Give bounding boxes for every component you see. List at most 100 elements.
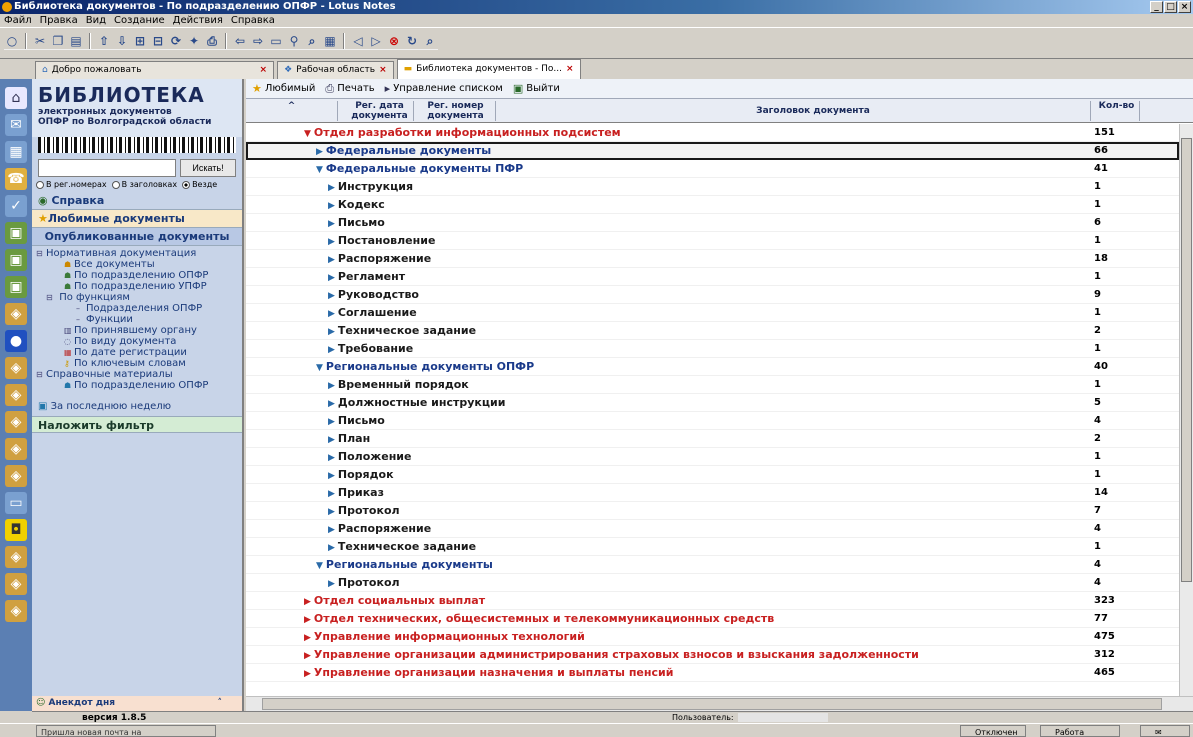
bookmark-db10-icon[interactable]: ◈ <box>5 465 27 487</box>
collapsed-twistie-icon[interactable]: ▶ <box>328 201 335 211</box>
print-action[interactable]: ⎙ Печать <box>325 82 374 96</box>
expand-icon[interactable]: ⊞ <box>132 33 148 49</box>
column-reg-date[interactable]: Рег. дата документа <box>346 101 414 121</box>
collapsed-twistie-icon[interactable]: ▶ <box>328 525 335 535</box>
collapsed-twistie-icon[interactable]: ▶ <box>328 435 335 445</box>
collapsed-twistie-icon[interactable]: ▶ <box>328 453 335 463</box>
bookmark-db2-icon[interactable]: ▣ <box>5 249 27 271</box>
collapsed-twistie-icon[interactable]: ▶ <box>328 399 335 409</box>
bookmark-db9-icon[interactable]: ◈ <box>5 438 27 460</box>
scope-reg-numbers[interactable]: В рег.номерах <box>36 180 107 189</box>
copy-icon[interactable]: ❐ <box>50 33 66 49</box>
collapsed-twistie-icon[interactable]: ▶ <box>304 651 311 661</box>
table-row[interactable]: ▶ Федеральные документы 66 <box>246 142 1179 160</box>
collapsed-twistie-icon[interactable]: ▶ <box>328 291 335 301</box>
table-row[interactable]: ▶ Письмо 4 <box>246 412 1179 430</box>
view-icon[interactable]: ▦ <box>322 33 338 49</box>
tree-by-upfr-division[interactable]: ☗ По подразделению УПФР <box>36 281 242 292</box>
collapsed-twistie-icon[interactable]: ▶ <box>328 183 335 193</box>
table-row[interactable]: ▶ Положение 1 <box>246 448 1179 466</box>
stop-icon[interactable]: ⊗ <box>386 33 402 49</box>
tab-workspace[interactable]: ❖ Рабочая область × <box>277 61 394 79</box>
table-row[interactable]: ▶ Распоряжение 4 <box>246 520 1179 538</box>
bookmark-db1-icon[interactable]: ▣ <box>5 222 27 244</box>
minimize-button[interactable]: _ <box>1150 1 1163 13</box>
anecdote-of-the-day[interactable]: ☺ Анекдот дня ˄ <box>32 696 242 711</box>
tree-by-opfr-division[interactable]: ☗ По подразделению ОПФР <box>36 270 242 281</box>
search-button[interactable]: Искать! <box>180 159 236 177</box>
back-icon[interactable]: ⇦ <box>232 33 248 49</box>
manage-list-action[interactable]: ▸ Управление списком <box>385 82 503 95</box>
table-row[interactable]: ▶ Порядок 1 <box>246 466 1179 484</box>
table-row[interactable]: ▶ Приказ 14 <box>246 484 1179 502</box>
collapsed-twistie-icon[interactable]: ▶ <box>304 615 311 625</box>
column-count[interactable]: Кол-во <box>1094 101 1140 121</box>
collapsed-twistie-icon[interactable]: ▶ <box>328 219 335 229</box>
nav-forward-icon[interactable]: ▷ <box>368 33 384 49</box>
collapsed-twistie-icon[interactable]: ▶ <box>328 579 335 589</box>
status-inbox-icon[interactable]: ✉ <box>1140 725 1190 737</box>
close-button[interactable]: × <box>1178 1 1191 13</box>
bookmark-db11-icon[interactable]: ▭ <box>5 492 27 514</box>
bookmark-db15-icon[interactable]: ◈ <box>5 600 27 622</box>
table-row[interactable]: ▶ Кодекс 1 <box>246 196 1179 214</box>
exit-action[interactable]: ▣ Выйти <box>513 82 560 95</box>
collapse-icon[interactable]: ⊟ <box>150 33 166 49</box>
published-documents-header[interactable]: Опубликованные документы <box>32 228 242 246</box>
table-row[interactable]: ▶ План 2 <box>246 430 1179 448</box>
scroll-thumb[interactable] <box>1181 138 1192 582</box>
table-row[interactable]: ▶ Отдел технических, общесистемных и теле… <box>246 610 1179 628</box>
menu-file[interactable]: Файл <box>4 14 32 27</box>
table-row[interactable]: ▶ Временный порядок 1 <box>246 376 1179 394</box>
search-input[interactable] <box>38 159 176 177</box>
collapsed-twistie-icon[interactable]: ▶ <box>328 309 335 319</box>
maximize-button[interactable]: □ <box>1164 1 1177 13</box>
tree-normative[interactable]: ⊟ Нормативная документация <box>36 248 242 259</box>
favorite-action[interactable]: ★ Любимый <box>252 82 315 95</box>
bookmark-db8-icon[interactable]: ◈ <box>5 411 27 433</box>
table-row[interactable]: ▶ Требование 1 <box>246 340 1179 358</box>
bookmark-db7-icon[interactable]: ◈ <box>5 384 27 406</box>
table-row[interactable]: ▼ Региональные документы 4 <box>246 556 1179 574</box>
scope-titles[interactable]: В заголовках <box>111 180 177 189</box>
collapsed-twistie-icon[interactable]: ▶ <box>316 147 323 157</box>
favorites-link[interactable]: ★Любимые документы <box>32 210 242 228</box>
collapse-arrow-icon[interactable]: ˄ <box>218 696 223 711</box>
close-tab-icon[interactable]: × <box>379 62 387 79</box>
status-offline[interactable]: Отключен <box>960 725 1026 737</box>
bookmark-db5-icon[interactable]: ● <box>5 330 27 352</box>
collapsed-twistie-icon[interactable]: ▶ <box>304 669 311 679</box>
expanded-twistie-icon[interactable]: ▼ <box>316 165 323 175</box>
bookmark-todo-icon[interactable]: ✓ <box>5 195 27 217</box>
scroll-thumb[interactable] <box>262 698 1162 710</box>
table-row[interactable]: ▶ Письмо 6 <box>246 214 1179 232</box>
expanded-twistie-icon[interactable]: ▼ <box>316 363 323 373</box>
find-icon[interactable]: ⌕ <box>422 33 438 49</box>
tree-by-issuing-authority[interactable]: ▥ По принявшему органу <box>36 325 242 336</box>
close-tab-icon[interactable]: × <box>260 62 268 79</box>
tree-by-document-type[interactable]: ◌ По виду документа <box>36 336 242 347</box>
tree-opfr-divisions[interactable]: – Подразделения ОПФР <box>36 303 242 314</box>
table-row[interactable]: ▶ Руководство 9 <box>246 286 1179 304</box>
bookmark-db13-icon[interactable]: ◈ <box>5 546 27 568</box>
table-row[interactable]: ▶ Техническое задание 1 <box>246 538 1179 556</box>
table-row[interactable]: ▶ Отдел социальных выплат 323 <box>246 592 1179 610</box>
tree-by-function[interactable]: ⊟ По функциям <box>36 292 242 303</box>
bookmark-mail-icon[interactable]: ✉ <box>5 114 27 136</box>
unread-icon[interactable]: ✦ <box>186 33 202 49</box>
search-icon[interactable]: ⌕ <box>304 33 320 49</box>
table-row[interactable]: ▶ Техническое задание 2 <box>246 322 1179 340</box>
tree-all-documents[interactable]: ☗ Все документы <box>36 259 242 270</box>
tree-by-registration-date[interactable]: ▦ По дате регистрации <box>36 347 242 358</box>
menu-help[interactable]: Справка <box>231 14 275 27</box>
collapsed-twistie-icon[interactable]: ▶ <box>328 237 335 247</box>
collapsed-twistie-icon[interactable]: ▶ <box>328 345 335 355</box>
sort-column[interactable]: ^ <box>246 101 338 121</box>
table-row[interactable]: ▶ Должностные инструкции 5 <box>246 394 1179 412</box>
menu-edit[interactable]: Правка <box>40 14 78 27</box>
circle-icon[interactable]: ○ <box>4 33 20 49</box>
close-tab-icon[interactable]: × <box>566 61 574 78</box>
nav-back-icon[interactable]: ◁ <box>350 33 366 49</box>
menu-actions[interactable]: Действия <box>173 14 223 27</box>
menu-view[interactable]: Вид <box>86 14 106 27</box>
